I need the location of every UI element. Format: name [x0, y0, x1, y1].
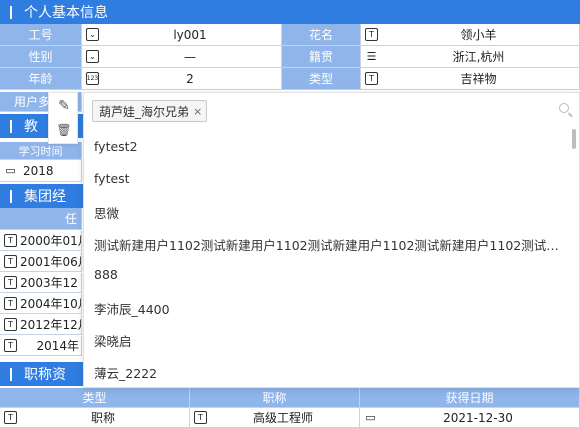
- title-name-value: 高级工程师: [252, 411, 313, 425]
- group-date-cell[interactable]: T 2000年01月: [0, 231, 82, 251]
- select-icon: ⌄: [86, 50, 99, 63]
- origin-cell[interactable]: ☰ 浙江,杭州: [361, 46, 580, 68]
- id-cell[interactable]: ⌄ ly001: [82, 24, 282, 46]
- gender-value: —: [184, 49, 196, 64]
- number-icon: 123: [86, 72, 99, 85]
- group-date-cell[interactable]: T 2001年06月: [0, 252, 82, 272]
- list-item[interactable]: 李沛辰_4400: [94, 299, 569, 318]
- text-type-icon: T: [4, 297, 17, 310]
- calendar-icon: ▭: [5, 164, 16, 177]
- section-basic-info: 个人基本信息: [0, 0, 580, 24]
- group-date-value: 2004年10月: [20, 297, 81, 311]
- title-date-cell[interactable]: ▭ 2021-12-30: [360, 408, 580, 428]
- group-date-value: 2001年06月: [20, 255, 81, 269]
- title-date-value: 2021-12-30: [443, 410, 513, 425]
- edit-icon[interactable]: ✎: [55, 97, 73, 115]
- section-title-quali: 职称资: [24, 367, 66, 383]
- list-item[interactable]: fytest: [94, 171, 569, 186]
- selected-tag-label: 葫芦娃_海尔兄弟: [99, 104, 190, 119]
- text-type-icon: T: [4, 255, 17, 268]
- text-type-icon: T: [4, 318, 17, 331]
- nick-cell[interactable]: T 领小羊: [361, 24, 580, 46]
- search-icon: [559, 103, 569, 113]
- section-bar: [10, 5, 12, 19]
- user-select-dropdown[interactable]: 葫芦娃_海尔兄弟 × fytest2 fytest 思微 测试新建用户1102测…: [83, 92, 580, 388]
- group-date-cell[interactable]: T 2012年12月: [0, 315, 82, 335]
- age-label: 年龄: [0, 68, 82, 90]
- list-item[interactable]: 梁晓启: [94, 331, 569, 350]
- section-bar: [10, 119, 12, 133]
- list-item[interactable]: 薄云_2222: [94, 363, 569, 382]
- group-date-cell[interactable]: T 2004年10月: [0, 294, 82, 314]
- section-bar: [10, 367, 12, 381]
- basic-row-1: 工号 ⌄ ly001 花名 T 领小羊: [0, 24, 580, 46]
- title-type-cell[interactable]: T 职称: [0, 408, 190, 428]
- list-item[interactable]: 思微: [94, 203, 569, 222]
- type-label: 类型: [282, 68, 361, 90]
- list-icon: ☰: [366, 50, 377, 63]
- nick-label: 花名: [282, 24, 361, 46]
- list-item[interactable]: 测试新建用户1102测试新建用户1102测试新建用户1102测试新建用户1102…: [94, 235, 569, 254]
- nick-value: 领小羊: [460, 28, 497, 42]
- age-value: 2: [186, 71, 194, 86]
- type-value: 吉祥物: [460, 72, 497, 86]
- selected-tag: 葫芦娃_海尔兄弟 ×: [92, 100, 208, 122]
- text-type-icon: T: [365, 28, 378, 41]
- col-header-date: 获得日期: [360, 388, 580, 408]
- basic-row-3: 年龄 123 2 类型 T 吉祥物: [0, 68, 580, 90]
- section-bar: [10, 189, 12, 203]
- group-date-value: 2000年01月: [20, 234, 81, 248]
- select-icon: ⌄: [86, 28, 99, 41]
- group-date-cell[interactable]: T 2003年12: [0, 273, 82, 293]
- group-date-value: 2012年12月: [20, 318, 81, 332]
- group-date-value: 2014年: [36, 339, 79, 353]
- list-item[interactable]: fytest2: [94, 139, 569, 154]
- type-cell[interactable]: T 吉祥物: [361, 68, 580, 90]
- id-label: 工号: [0, 24, 82, 46]
- text-type-icon: T: [4, 276, 17, 289]
- section-title-basic: 个人基本信息: [24, 5, 108, 21]
- basic-row-2: 性别 ⌄ — 籍贯 ☰ 浙江,杭州: [0, 46, 580, 68]
- text-type-icon: T: [4, 411, 17, 424]
- id-value: ly001: [173, 27, 207, 42]
- list-item[interactable]: 888: [94, 267, 569, 282]
- scrollbar[interactable]: [572, 129, 576, 149]
- text-type-icon: T: [194, 411, 207, 424]
- origin-label: 籍贯: [282, 46, 361, 68]
- close-icon[interactable]: ×: [193, 105, 202, 118]
- text-type-icon: T: [365, 72, 378, 85]
- study-time-label: 学习时间: [0, 142, 82, 160]
- row-action-toolbar: ✎ 🗑: [48, 92, 78, 144]
- col-header-title: 职称: [190, 388, 360, 408]
- gender-cell[interactable]: ⌄ —: [82, 46, 282, 68]
- study-time-cell[interactable]: ▭ 2018: [0, 160, 82, 182]
- text-type-icon: T: [4, 339, 17, 352]
- group-date-value: 2003年12: [20, 276, 78, 290]
- title-type-value: 职称: [90, 411, 115, 425]
- study-time-value: 2018: [23, 163, 54, 178]
- section-title-edu: 教: [24, 119, 38, 135]
- group-date-cell[interactable]: T 2014年: [0, 336, 82, 356]
- group-col-label: 任: [0, 208, 82, 230]
- title-name-cell[interactable]: T 高级工程师: [190, 408, 360, 428]
- title-header-row: 类型 职称 获得日期: [0, 388, 580, 408]
- col-header-type: 类型: [0, 388, 190, 408]
- section-title-group: 集团经: [24, 189, 66, 205]
- text-type-icon: T: [4, 234, 17, 247]
- calendar-icon: ▭: [365, 411, 376, 424]
- gender-label: 性别: [0, 46, 82, 68]
- origin-value: 浙江,杭州: [452, 50, 505, 64]
- table-row: T 职称 T 高级工程师 ▭ 2021-12-30: [0, 408, 580, 428]
- age-cell[interactable]: 123 2: [82, 68, 282, 90]
- delete-icon[interactable]: 🗑: [55, 121, 73, 139]
